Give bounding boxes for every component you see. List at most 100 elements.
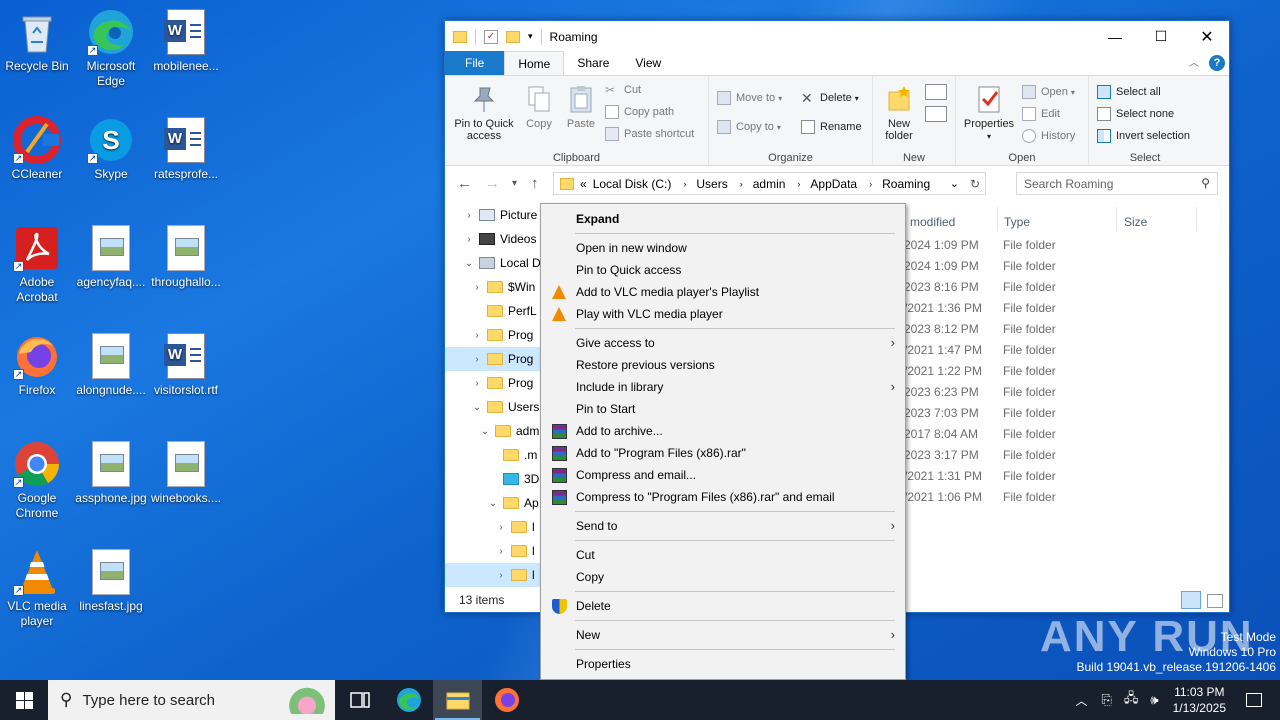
recent-locations-icon[interactable]: ▾ [512, 178, 517, 189]
chevron-right-icon[interactable]: › [471, 354, 483, 365]
tree-item[interactable]: 3D [445, 467, 541, 491]
desktop-icon-assphone[interactable]: assphone.jpg [74, 440, 148, 506]
start-button[interactable] [0, 680, 48, 720]
menu-expand[interactable]: Expand [541, 208, 905, 230]
menu-add-archive[interactable]: Add to archive... [541, 420, 905, 442]
file-row[interactable]: /2021 1:47 PM File folder [904, 339, 1056, 360]
desktop-icon-vlc[interactable]: ↗ VLC media player [0, 548, 74, 629]
select-none-button[interactable]: Select none [1097, 105, 1174, 123]
desktop-icon-edge[interactable]: ↗ Microsoft Edge [74, 8, 148, 89]
desktop-icon-agencyfaq[interactable]: agencyfaq.... [74, 224, 148, 290]
tree-item[interactable]: .m [445, 443, 541, 467]
column-size[interactable]: Size [1124, 215, 1147, 229]
tree-item[interactable]: ⌄ Local D [445, 251, 541, 275]
open-button[interactable]: Open ▾ [1022, 83, 1075, 101]
breadcrumb-admin[interactable]: admin [753, 177, 786, 191]
maximize-button[interactable]: ☐ [1138, 21, 1184, 52]
file-row[interactable]: /2021 1:22 PM File folder [904, 360, 1056, 381]
chevron-up-icon[interactable]: ︿ [1075, 692, 1087, 709]
tree-item[interactable]: › $Win [445, 275, 541, 299]
chevron-right-icon[interactable]: › [495, 570, 507, 581]
tree-item[interactable]: PerfL [445, 299, 541, 323]
breadcrumb-roaming[interactable]: Roaming [882, 177, 930, 191]
pin-quick-access-button[interactable]: Pin to Quick access [451, 82, 517, 142]
chevron-right-icon[interactable]: › [471, 378, 483, 389]
new-folder-qat-icon[interactable] [506, 30, 520, 43]
menu-delete[interactable]: Delete [541, 595, 905, 617]
desktop-icon-firefox[interactable]: ↗ Firefox [0, 332, 74, 398]
ethernet-icon[interactable]: 🖧 [1124, 689, 1139, 711]
tree-item[interactable]: › l [445, 539, 541, 563]
desktop-icon-ccleaner[interactable]: ↗ CCleaner [0, 116, 74, 182]
new-item-icon[interactable] [925, 84, 947, 100]
clock[interactable]: 11:03 PM 1/13/2025 [1173, 684, 1226, 716]
chevron-right-icon[interactable]: › [471, 282, 483, 293]
menu-properties[interactable]: Properties [541, 653, 905, 675]
chevron-right-icon[interactable]: › [495, 522, 507, 533]
details-view-icon[interactable] [1181, 591, 1201, 609]
menu-vlc-play[interactable]: Play with VLC media player [541, 303, 905, 325]
menu-cut[interactable]: Cut [541, 544, 905, 566]
taskbar-search[interactable]: ⚲ Type here to search [48, 680, 335, 720]
tree-item[interactable]: › Prog [445, 371, 541, 395]
menu-compress-email[interactable]: Compress and email... [541, 464, 905, 486]
copy-path-button[interactable]: Copy path [605, 103, 674, 121]
tree-item[interactable]: › Prog [445, 323, 541, 347]
file-row[interactable]: 2023 7:03 PM File folder [904, 402, 1056, 423]
file-row[interactable]: /2021 1:36 PM File folder [904, 297, 1056, 318]
file-row[interactable]: 2023 3:17 PM File folder [904, 444, 1056, 465]
copy-button[interactable]: Copy [521, 82, 557, 130]
up-arrow-icon[interactable]: ↑ [531, 175, 539, 192]
chevron-right-icon[interactable]: › [471, 330, 483, 341]
tree-item[interactable]: › Picture [445, 203, 541, 227]
properties-check-icon[interactable]: ✓ [484, 29, 498, 44]
column-type[interactable]: Type [1004, 215, 1030, 229]
network-icon[interactable]: ⎘ [1102, 692, 1112, 708]
tree-item[interactable]: › l [445, 515, 541, 539]
minimize-button[interactable]: — [1092, 21, 1138, 52]
desktop-icon-recycle-bin[interactable]: Recycle Bin [0, 8, 74, 74]
properties-button[interactable]: Properties ▾ [960, 82, 1018, 143]
copy-to-button[interactable]: Copy to ▾ [717, 118, 781, 136]
breadcrumb-local-disk[interactable]: Local Disk (C:) [593, 177, 672, 191]
volume-icon[interactable]: 🕪 [1150, 692, 1158, 708]
menu-pin-start[interactable]: Pin to Start [541, 398, 905, 420]
rename-button[interactable]: Rename [801, 118, 862, 136]
help-icon[interactable]: ? [1209, 55, 1225, 71]
desktop-icon-mobilenee[interactable]: W mobilenee... [149, 8, 223, 74]
delete-ribbon-button[interactable]: ✕ Delete ▾ [801, 89, 859, 107]
close-button[interactable]: ✕ [1184, 21, 1230, 52]
tab-view[interactable]: View [622, 51, 674, 75]
back-arrow-icon[interactable]: ← [457, 175, 472, 192]
menu-vlc-playlist[interactable]: Add to VLC media player's Playlist [541, 281, 905, 303]
desktop-icon-adobe-acrobat[interactable]: ↗ Adobe Acrobat [0, 224, 74, 305]
refresh-icon[interactable]: ↻ [970, 177, 980, 191]
collapse-ribbon-icon[interactable]: ︿ [1189, 54, 1199, 69]
paste-shortcut-button[interactable]: Paste shortcut [605, 125, 694, 143]
desktop-icon-ratesprofe[interactable]: W ratesprofe... [149, 116, 223, 182]
tab-share[interactable]: Share [564, 51, 622, 75]
desktop-icon-throughallo[interactable]: throughallo... [149, 224, 223, 290]
desktop-icon-alongnude[interactable]: alongnude.... [74, 332, 148, 398]
file-row[interactable]: 2023 6:23 PM File folder [904, 381, 1056, 402]
cut-button[interactable]: ✂ Cut [605, 81, 641, 99]
desktop-icon-visitorslot[interactable]: W visitorslot.rtf [149, 332, 223, 398]
tree-item[interactable]: › l [445, 563, 541, 587]
menu-add-rar[interactable]: Add to "Program Files (x86).rar" [541, 442, 905, 464]
chevron-right-icon[interactable]: › [495, 546, 507, 557]
address-overflow[interactable]: « [580, 177, 587, 191]
chevron-down-icon[interactable]: ⌄ [479, 426, 491, 437]
forward-arrow-icon[interactable]: → [485, 175, 500, 192]
tree-item[interactable]: ⌄ Ap [445, 491, 541, 515]
move-to-button[interactable]: Move to ▾ [717, 89, 782, 107]
tree-item[interactable]: › Videos [445, 227, 541, 251]
menu-copy[interactable]: Copy [541, 566, 905, 588]
tab-home[interactable]: Home [504, 51, 565, 75]
menu-give-access[interactable]: Give access to › [541, 332, 905, 354]
menu-open-new-window[interactable]: Open in new window [541, 237, 905, 259]
file-row[interactable]: 2024 1:09 PM File folder [904, 234, 1056, 255]
file-row[interactable]: /2021 1:06 PM File folder [904, 486, 1056, 507]
tab-file[interactable]: File [445, 51, 505, 75]
tree-item[interactable]: ⌄ adm [445, 419, 541, 443]
notification-icon[interactable] [1246, 693, 1262, 707]
